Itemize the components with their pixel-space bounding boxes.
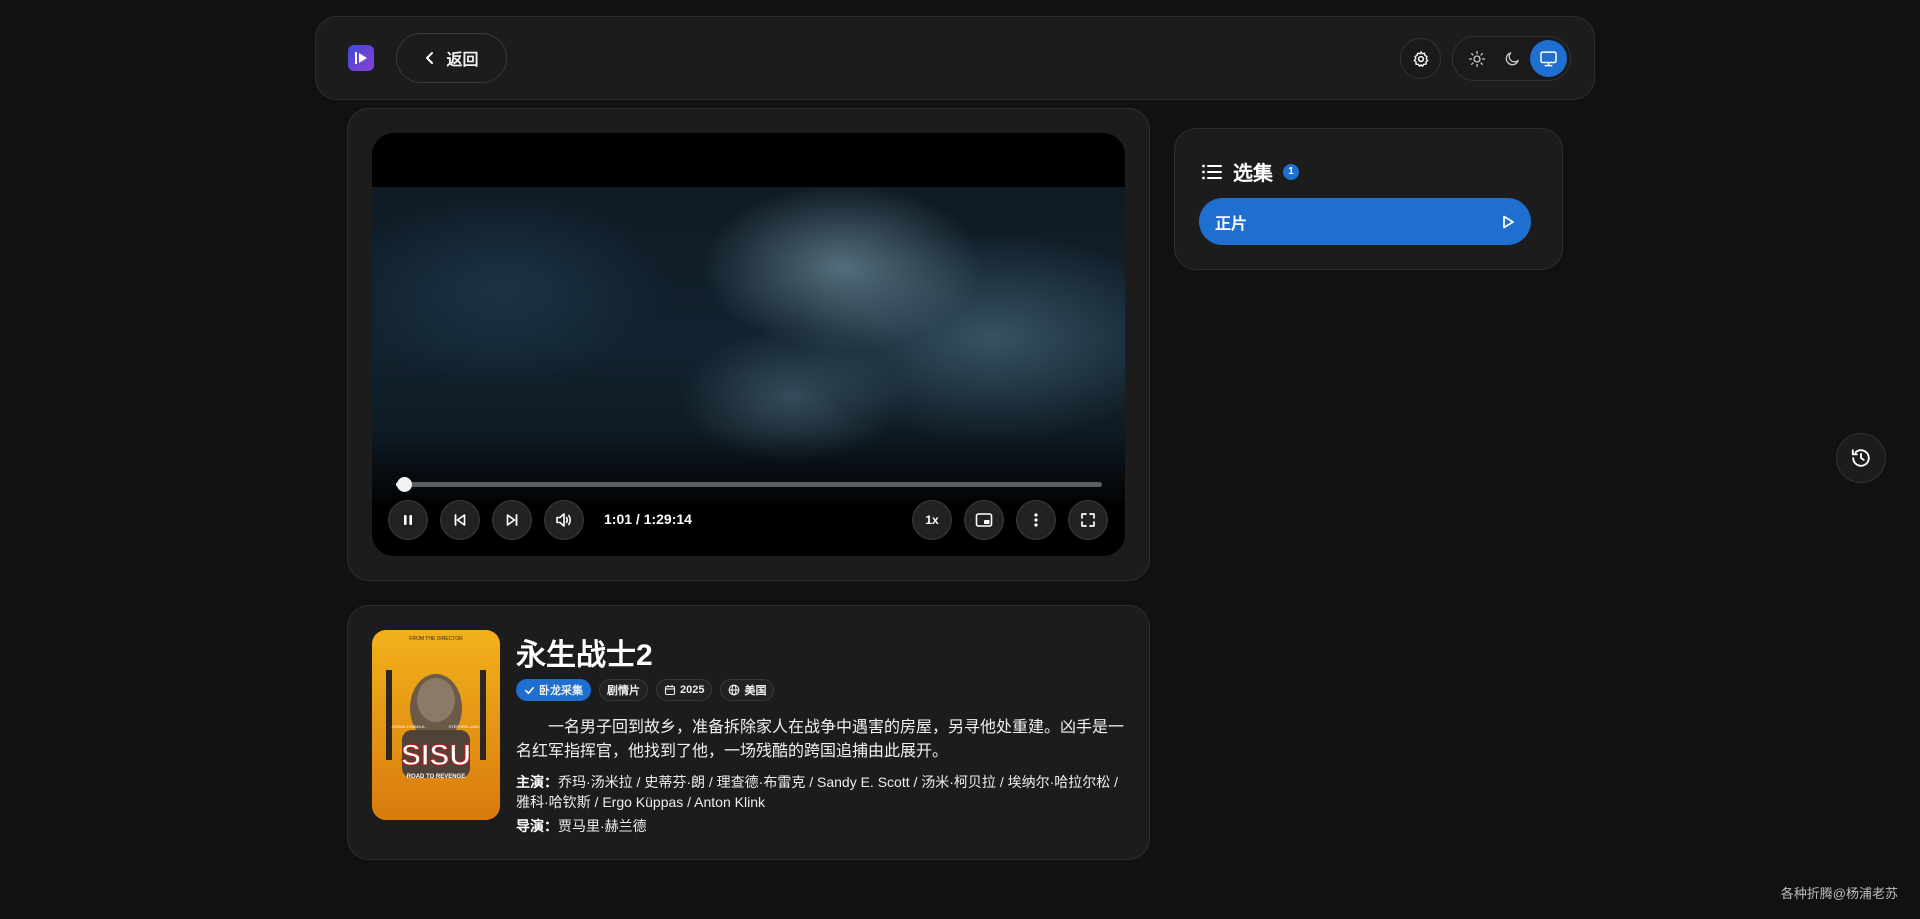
episodes-header: 选集 1	[1201, 157, 1299, 186]
movie-title: 永生战士2	[516, 639, 653, 672]
play-icon	[1503, 215, 1514, 228]
system-theme-button[interactable]	[1530, 40, 1567, 77]
check-icon	[525, 686, 534, 694]
volume-icon	[556, 513, 571, 527]
poster-subtitle: ROAD TO REVENGE	[407, 774, 466, 780]
top-bar: 返回	[315, 16, 1595, 100]
footer-credit: 各种折腾@杨浦老苏	[1780, 886, 1898, 901]
moon-icon	[1505, 52, 1519, 66]
poster-left-name: JORMA TOMMILA	[392, 724, 425, 729]
history-icon	[1851, 449, 1870, 467]
poster-right-name: STEPHEN LANG	[449, 724, 480, 729]
fullscreen-button[interactable]	[1068, 500, 1108, 540]
episode-label: 正片	[1215, 215, 1248, 233]
movie-cast: 主演：乔玛·汤米拉 / 史蒂芬·朗 / 理查德·布雷克 / Sandy E. S…	[516, 772, 1128, 812]
skip-forward-icon	[506, 514, 518, 526]
region-tag-label: 美国	[744, 685, 767, 697]
episode-item[interactable]: 正片	[1199, 198, 1531, 245]
poster-logo: SISU	[401, 739, 471, 772]
controls-overlay	[372, 433, 1125, 556]
progress-handle[interactable]	[396, 477, 412, 492]
history-button[interactable]	[1836, 433, 1886, 483]
calendar-icon	[664, 685, 676, 696]
progress-bar[interactable]	[396, 482, 1102, 487]
cast-names: 乔玛·汤米拉 / 史蒂芬·朗 / 理查德·布雷克 / Sandy E. Scot…	[516, 774, 1119, 810]
pause-button[interactable]	[388, 500, 428, 540]
movie-info-card: FROM THE DIRECTOR JORMA TOMMILA STEPHEN …	[347, 605, 1150, 860]
episodes-title: 选集	[1233, 163, 1273, 185]
year-tag: 2025	[656, 679, 713, 701]
movie-poster: FROM THE DIRECTOR JORMA TOMMILA STEPHEN …	[372, 630, 500, 820]
movie-director: 导演：贾马里·赫兰德	[516, 816, 647, 836]
fullscreen-icon	[1081, 513, 1095, 527]
movie-tags: 卧龙采集 剧情片 2025 美国	[516, 679, 775, 701]
episodes-panel: 选集 1 正片	[1174, 128, 1563, 270]
pause-icon	[404, 515, 412, 525]
theme-switcher	[1452, 36, 1571, 81]
genre-tag: 剧情片	[599, 679, 648, 701]
skip-back-icon	[454, 514, 466, 526]
year-tag-label: 2025	[680, 684, 705, 696]
director-label: 导演：	[516, 818, 558, 834]
source-tag-label: 卧龙采集	[539, 685, 583, 697]
previous-button[interactable]	[440, 500, 480, 540]
volume-button[interactable]	[544, 500, 584, 540]
region-tag: 美国	[720, 679, 775, 701]
light-theme-button[interactable]	[1458, 40, 1495, 77]
source-tag[interactable]: 卧龙采集	[516, 679, 591, 701]
episode-count-badge: 1	[1283, 163, 1299, 180]
monitor-icon	[1540, 51, 1557, 67]
movie-synopsis: 一名男子回到故乡，准备拆除家人在战争中遇害的房屋，另寻他处重建。凶手是一名红军指…	[516, 719, 1125, 760]
next-button[interactable]	[492, 500, 532, 540]
gear-icon	[1413, 50, 1428, 67]
back-label: 返回	[446, 52, 479, 69]
globe-icon	[729, 684, 740, 696]
more-options-button[interactable]	[1016, 500, 1056, 540]
dark-theme-button[interactable]	[1494, 40, 1531, 77]
picture-in-picture-icon	[975, 513, 993, 527]
director-name: 贾马里·赫兰德	[558, 818, 647, 834]
time-display: 1:01 / 1:29:14	[604, 511, 692, 527]
sun-icon	[1468, 50, 1485, 67]
player-card: 1:01 / 1:29:14 1x	[347, 108, 1150, 581]
app-logo-icon[interactable]	[348, 45, 374, 71]
video-player[interactable]: 1:01 / 1:29:14 1x	[372, 133, 1125, 556]
settings-button[interactable]	[1400, 38, 1441, 79]
list-icon	[1202, 164, 1222, 179]
speed-label: 1x	[925, 513, 939, 527]
back-button[interactable]: 返回	[396, 33, 507, 83]
playback-speed-button[interactable]: 1x	[912, 500, 952, 540]
genre-tag-label: 剧情片	[607, 685, 640, 697]
picture-in-picture-button[interactable]	[964, 500, 1004, 540]
cast-label: 主演：	[516, 774, 558, 790]
more-vertical-icon	[1034, 513, 1038, 527]
poster-top-text: FROM THE DIRECTOR	[409, 636, 463, 642]
chevron-left-icon	[426, 52, 434, 64]
